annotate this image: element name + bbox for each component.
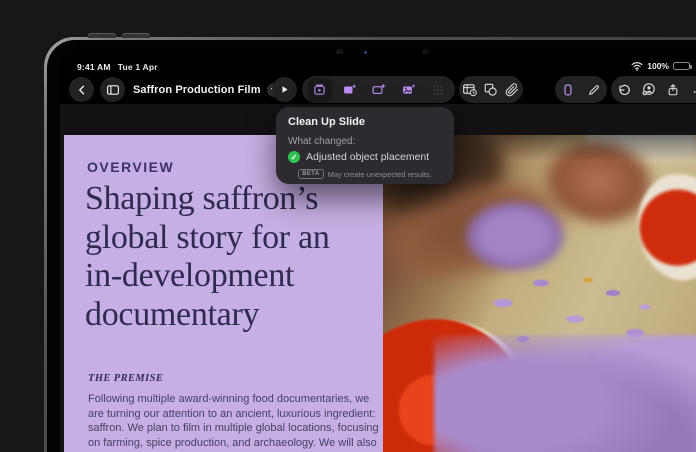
slide-title-line: global story for an [85, 219, 330, 258]
add-slide-button[interactable] [367, 78, 391, 102]
slide-body-text[interactable]: Following multiple award-winning food do… [88, 392, 386, 452]
slide-navigator-button[interactable] [100, 77, 125, 102]
document-title-group[interactable]: Saffron Production Film [133, 76, 281, 103]
volume-down-button [122, 33, 150, 38]
status-bar-right: 100% [631, 61, 690, 71]
attachment-button[interactable] [502, 78, 523, 102]
beta-badge: BETA [298, 169, 324, 179]
undo-icon [617, 83, 631, 97]
volume-up-button [88, 33, 116, 38]
battery-percent: 100% [647, 61, 669, 71]
markup-pen-button[interactable] [582, 78, 606, 102]
share-icon [666, 83, 680, 97]
checkmark-icon: ✓ [288, 151, 300, 163]
insert-tools-group [459, 76, 523, 103]
table-clock-icon [462, 82, 477, 97]
magic-new-slide-button[interactable] [337, 78, 361, 102]
smart-table-button[interactable] [459, 78, 480, 102]
clean-up-popover: Clean Up Slide What changed: ✓ Adjusted … [276, 107, 454, 184]
popover-title: Clean Up Slide [288, 116, 365, 128]
popover-beta-row: BETA May create unexpected results. [276, 169, 454, 179]
toolbar: Saffron Production Film [60, 76, 696, 104]
photo-flowers-bottom [434, 335, 696, 452]
magic-new-slide-icon [342, 82, 357, 97]
slide-title-line: in-development [85, 257, 330, 296]
format-tools-group [555, 76, 607, 103]
slide-title[interactable]: Shaping saffron’s global story for an in… [85, 180, 330, 334]
collaborate-button[interactable] [637, 78, 661, 102]
undo-button[interactable] [612, 78, 636, 102]
popover-change-row: ✓ Adjusted object placement [288, 151, 429, 163]
ipad-screen: 9:41 AM Tue 1 Apr 100% Saffron Production… [60, 54, 696, 452]
beta-note: May create unexpected results. [328, 170, 432, 179]
slide-title-line: Shaping saffron’s [85, 180, 330, 219]
wifi-icon [631, 61, 643, 71]
back-button[interactable] [69, 77, 94, 102]
ai-tools-group [302, 76, 455, 103]
clean-up-icon [312, 82, 327, 97]
popover-change-item: Adjusted object placement [306, 151, 429, 163]
slide-subheading[interactable]: THE PREMISE [88, 373, 163, 384]
slide-navigator-icon [106, 83, 120, 97]
share-button[interactable] [661, 78, 685, 102]
shapes-icon [483, 82, 498, 97]
slide-title-line: documentary [85, 296, 330, 335]
format-icon [561, 83, 575, 97]
shapes-button[interactable] [480, 78, 501, 102]
add-slide-icon [371, 82, 386, 97]
document-title[interactable]: Saffron Production Film [133, 84, 261, 96]
attachment-icon [505, 83, 519, 97]
format-button[interactable] [556, 78, 580, 102]
document-actions-group: … [611, 76, 696, 103]
status-date: Tue 1 Apr [118, 62, 158, 72]
slide-eyebrow[interactable]: OVERVIEW [87, 159, 174, 175]
collaborate-icon [641, 82, 656, 97]
back-icon [76, 84, 88, 96]
generate-image-button[interactable] [396, 78, 420, 102]
status-bar-left: 9:41 AM Tue 1 Apr [77, 62, 158, 72]
clean-up-button[interactable] [308, 78, 332, 102]
scene: 9:41 AM Tue 1 Apr 100% Saffron Production… [0, 0, 696, 452]
more-button[interactable]: … [686, 78, 696, 102]
battery-icon [673, 62, 690, 71]
generate-image-icon [401, 82, 416, 97]
popover-subtitle: What changed: [288, 136, 355, 147]
markup-pen-icon [587, 83, 601, 97]
grid-icon [431, 83, 445, 97]
play-icon [279, 84, 290, 95]
status-time: 9:41 AM [77, 62, 111, 72]
play-button[interactable] [272, 77, 297, 102]
grid-button[interactable] [426, 78, 450, 102]
